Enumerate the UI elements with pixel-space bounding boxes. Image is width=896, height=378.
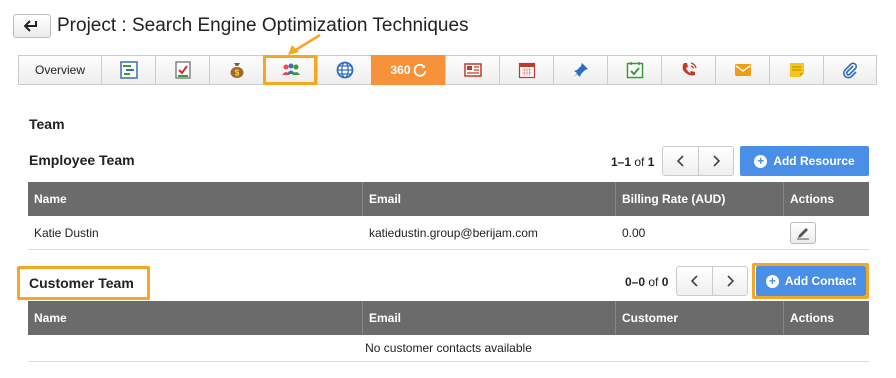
add-contact-button[interactable]: + Add Contact xyxy=(756,266,866,296)
column-header-billing-rate: Billing Rate (AUD) xyxy=(616,182,784,216)
globe-icon xyxy=(336,61,353,79)
add-resource-button[interactable]: + Add Resource xyxy=(740,146,869,176)
customer-empty-message: No customer contacts available xyxy=(28,335,869,362)
team-heading: Team xyxy=(29,116,65,132)
customer-pager-count: 0–0 of 0 xyxy=(625,275,668,289)
column-header-name: Name xyxy=(28,301,363,335)
plus-circle-icon: + xyxy=(765,274,779,288)
add-contact-label: Add Contact xyxy=(784,274,857,288)
project-tabbar: Overview $ 360 xyxy=(18,55,877,85)
add-resource-label: Add Resource xyxy=(773,154,855,168)
employee-next-button[interactable] xyxy=(698,146,734,176)
chevron-right-icon xyxy=(727,275,735,287)
calendar-icon xyxy=(518,62,535,79)
table-row: Katie Dustin katiedustin.group@berijam.c… xyxy=(28,216,869,250)
note-icon xyxy=(789,63,804,77)
customer-pager xyxy=(676,266,748,296)
tab-overview[interactable]: Overview xyxy=(18,55,101,85)
chevron-left-icon xyxy=(676,155,684,167)
tab-web[interactable] xyxy=(317,55,371,85)
attachment-icon xyxy=(842,62,857,79)
tab-360-label: 360 xyxy=(390,63,411,77)
tab-360[interactable]: 360 xyxy=(371,55,445,85)
team-icon xyxy=(281,63,300,75)
tab-mail[interactable] xyxy=(715,55,769,85)
tab-tasks[interactable] xyxy=(607,55,661,85)
column-header-name: Name xyxy=(28,182,363,216)
employee-actions xyxy=(784,216,869,249)
pin-icon xyxy=(573,63,588,77)
360-icon xyxy=(413,63,426,77)
pencil-icon xyxy=(797,227,809,239)
column-header-email: Email xyxy=(363,182,616,216)
plus-circle-icon: + xyxy=(754,154,768,168)
customer-of-label: of xyxy=(648,275,659,289)
customer-next-button[interactable] xyxy=(712,266,748,296)
column-header-email: Email xyxy=(363,301,616,335)
employee-total: 1 xyxy=(647,155,655,169)
tab-calendar[interactable] xyxy=(499,55,553,85)
annotation-arrow-icon xyxy=(288,33,321,55)
customer-range: 0–0 xyxy=(625,275,646,289)
tab-budget[interactable]: $ xyxy=(209,55,263,85)
column-header-customer: Customer xyxy=(616,301,784,335)
back-button[interactable] xyxy=(13,14,51,38)
customer-table-header: Name Email Customer Actions xyxy=(28,301,869,335)
svg-text:$: $ xyxy=(234,69,239,78)
tab-team[interactable] xyxy=(263,55,317,85)
column-header-actions: Actions xyxy=(790,311,835,325)
chevron-right-icon xyxy=(713,155,721,167)
tab-notes[interactable] xyxy=(769,55,823,85)
tab-checklist[interactable] xyxy=(155,55,209,85)
news-icon xyxy=(463,63,482,77)
back-arrow-icon xyxy=(24,20,37,32)
employee-billing-rate: 0.00 xyxy=(622,225,646,240)
chevron-left-icon xyxy=(690,275,698,287)
customer-total: 0 xyxy=(661,275,669,289)
employee-of-label: of xyxy=(634,155,645,169)
money-bag-icon: $ xyxy=(230,63,243,78)
phone-call-icon xyxy=(682,62,697,76)
tab-calls[interactable] xyxy=(661,55,715,85)
gantt-chart-icon xyxy=(119,61,138,79)
column-header-actions: Actions xyxy=(790,192,835,206)
employee-range: 1–1 xyxy=(611,155,632,169)
tab-gantt[interactable] xyxy=(101,55,155,85)
tab-attachments[interactable] xyxy=(823,55,877,85)
employee-pager xyxy=(662,146,734,176)
tab-news[interactable] xyxy=(445,55,499,85)
customer-prev-button[interactable] xyxy=(676,266,712,296)
page-title: Project : Search Engine Optimization Tec… xyxy=(57,15,469,36)
mail-icon xyxy=(734,64,751,76)
employee-team-heading: Employee Team xyxy=(29,152,135,168)
customer-team-heading: Customer Team xyxy=(29,275,134,291)
employee-table-header: Name Email Billing Rate (AUD) Actions xyxy=(28,182,869,216)
employee-prev-button[interactable] xyxy=(662,146,698,176)
checklist-icon xyxy=(174,61,191,79)
edit-button[interactable] xyxy=(790,221,816,244)
tab-pin[interactable] xyxy=(553,55,607,85)
employee-pager-count: 1–1 of 1 xyxy=(611,155,654,169)
task-check-icon xyxy=(626,62,643,79)
employee-name: Katie Dustin xyxy=(34,225,99,240)
employee-email: katiedustin.group@berijam.com xyxy=(369,225,538,240)
